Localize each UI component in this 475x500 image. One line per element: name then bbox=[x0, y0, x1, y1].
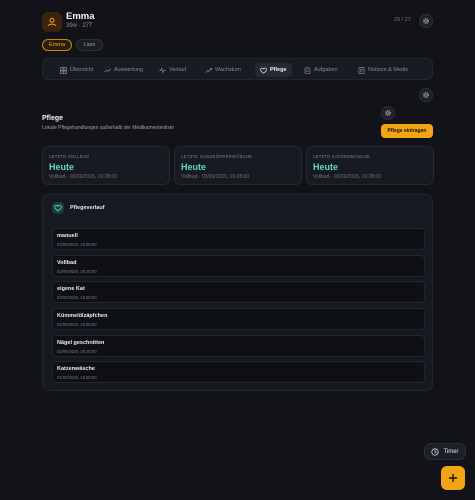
counter-text: 29 / 27 bbox=[394, 17, 411, 23]
tab-aufgaben[interactable]: Aufgaben bbox=[299, 63, 343, 77]
entry-date: 03/09/2026, 19:28:00 bbox=[57, 295, 97, 300]
card-label: Letzte Ganzkörperwäsche bbox=[181, 154, 253, 159]
entry-title: Kümmelölzäpfchen bbox=[57, 313, 108, 319]
history-badge bbox=[52, 202, 64, 214]
entry-title: Katzenwäsche bbox=[57, 366, 95, 372]
tab-uebersicht[interactable]: Übersicht bbox=[55, 63, 98, 77]
entry-date: 03/09/2026, 19:28:00 bbox=[57, 269, 97, 274]
card-sub: Vollbad · 03/09/2026, 19:28:00 bbox=[313, 174, 382, 180]
heart-icon bbox=[54, 204, 62, 212]
timer-label: Timer bbox=[443, 448, 459, 455]
history-entry[interactable]: manuell 03/09/2026, 19:29:00 bbox=[52, 228, 425, 250]
card-sub: Vollbad · 03/09/2026, 19:28:00 bbox=[49, 174, 118, 180]
panel-header: Pflegeverlauf bbox=[52, 202, 105, 214]
entry-date: 02/09/2026, 19:28:00 bbox=[57, 322, 97, 327]
user-pill-liam[interactable]: Liam bbox=[76, 39, 103, 51]
entry-date: 02/09/2026, 19:28:00 bbox=[57, 349, 97, 354]
clock-icon bbox=[431, 447, 440, 456]
card-label: Letzte Vollbad bbox=[49, 154, 90, 159]
entry-title: Nägel geschnitten bbox=[57, 340, 105, 346]
user-icon bbox=[48, 17, 56, 27]
user-pill-emma[interactable]: Emma bbox=[42, 39, 72, 51]
tab-label: Übersicht bbox=[70, 67, 94, 73]
tab-notizen-medis[interactable]: Notizen & Medis bbox=[353, 63, 413, 77]
tab-label: Verlauf bbox=[169, 67, 187, 73]
card-sub: Vollbad · 03/09/2026, 19:28:00 bbox=[181, 174, 250, 180]
tab-pflege[interactable]: Pflege bbox=[255, 63, 292, 77]
stat-card-katzenwaesche: Letzte Katzenwäsche Heute Vollbad · 03/0… bbox=[306, 146, 434, 185]
gear-icon bbox=[384, 109, 392, 117]
tab-label: Notizen & Medis bbox=[368, 67, 409, 73]
clipboard-icon bbox=[304, 67, 311, 74]
pulse-icon bbox=[159, 66, 166, 74]
timer-button[interactable]: Timer bbox=[424, 443, 466, 460]
profile-subtitle: 39w · 27T bbox=[66, 23, 93, 29]
gear-icon bbox=[422, 91, 430, 99]
heart-icon bbox=[260, 67, 267, 74]
tab-label: Pflege bbox=[270, 67, 287, 73]
card-value: Heute bbox=[181, 162, 207, 172]
growth-icon bbox=[205, 67, 212, 73]
card-label: Letzte Katzenwäsche bbox=[313, 154, 371, 159]
plus-icon bbox=[448, 473, 458, 483]
entry-title: manuell bbox=[57, 233, 78, 239]
tab-bar: Übersicht Auswertung Verlauf Wachstum Pf… bbox=[42, 58, 433, 80]
entry-date: 03/09/2026, 19:29:00 bbox=[57, 242, 97, 247]
section-title: Pflege bbox=[42, 115, 64, 122]
history-entry[interactable]: Kümmelölzäpfchen 02/09/2026, 19:28:00 bbox=[52, 308, 425, 330]
entry-title: eigene Kat bbox=[57, 286, 85, 292]
tab-verlauf[interactable]: Verlauf bbox=[154, 63, 191, 77]
care-history-panel: Pflegeverlauf manuell 03/09/2026, 19:29:… bbox=[42, 194, 433, 391]
tab-label: Auswertung bbox=[114, 67, 144, 73]
notes-icon bbox=[358, 66, 365, 74]
settings-button[interactable] bbox=[419, 14, 433, 28]
tab-label: Wachstum bbox=[215, 67, 241, 73]
profile-name: Emma bbox=[66, 11, 95, 22]
card-value: Heute bbox=[49, 162, 75, 172]
settings-button-secondary[interactable] bbox=[419, 88, 433, 102]
section-description: Lokale Pflegehandlungen außerhalb der Me… bbox=[42, 125, 175, 131]
trend-icon bbox=[104, 68, 111, 72]
history-entry[interactable]: Vollbad 03/09/2026, 19:28:00 bbox=[52, 255, 425, 277]
history-entry[interactable]: Nägel geschnitten 02/09/2026, 19:28:00 bbox=[52, 335, 425, 357]
tab-wachstum[interactable]: Wachstum bbox=[200, 63, 246, 77]
tab-auswertung[interactable]: Auswertung bbox=[99, 63, 148, 77]
history-entry[interactable]: Katzenwäsche 01/09/2026, 19:28:00 bbox=[52, 361, 425, 383]
avatar bbox=[42, 12, 62, 32]
tab-label: Aufgaben bbox=[314, 67, 338, 73]
entry-date: 01/09/2026, 19:28:00 bbox=[57, 375, 97, 380]
card-value: Heute bbox=[313, 162, 339, 172]
add-care-button[interactable]: Pflege eintragen bbox=[381, 124, 433, 138]
gear-icon bbox=[422, 17, 430, 25]
stat-card-vollbad: Letzte Vollbad Heute Vollbad · 03/09/202… bbox=[42, 146, 170, 185]
grid-icon bbox=[60, 66, 67, 74]
add-fab-button[interactable] bbox=[441, 466, 465, 490]
section-settings-button[interactable] bbox=[381, 106, 395, 120]
panel-title: Pflegeverlauf bbox=[70, 205, 105, 211]
entry-title: Vollbad bbox=[57, 260, 77, 266]
stat-card-ganzkoerperwaesche: Letzte Ganzkörperwäsche Heute Vollbad · … bbox=[174, 146, 302, 185]
history-entry[interactable]: eigene Kat 03/09/2026, 19:28:00 bbox=[52, 281, 425, 303]
